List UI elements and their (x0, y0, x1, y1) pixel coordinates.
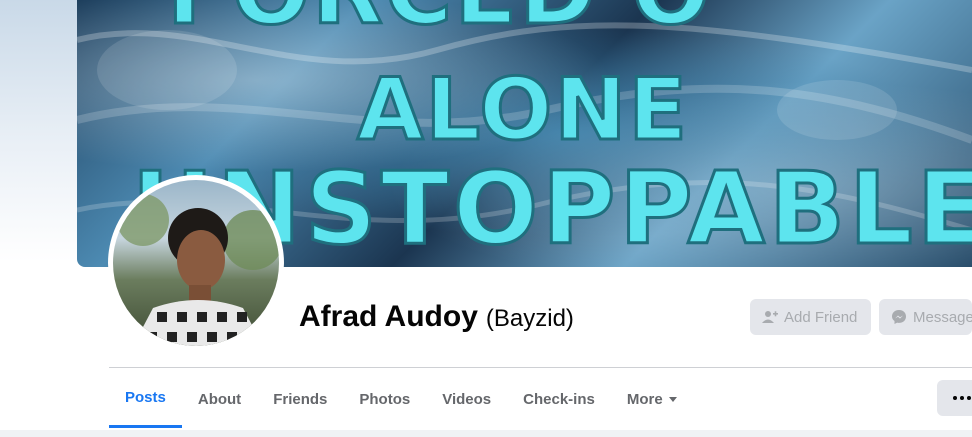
tab-posts[interactable]: Posts (109, 370, 182, 428)
cover-text-line2: ALONE (355, 59, 690, 162)
tab-more-label: More (626, 390, 663, 408)
ellipsis-icon (953, 396, 971, 400)
avatar-photo (117, 194, 279, 346)
page-background (0, 0, 78, 437)
message-button[interactable]: Message (879, 299, 972, 335)
caret-down-icon (668, 396, 677, 402)
profile-tabs: Posts About Friends Photos Videos Check-… (109, 370, 693, 428)
message-label: Message (913, 308, 972, 326)
tab-friends[interactable]: Friends (257, 370, 343, 428)
profile-avatar[interactable] (113, 180, 279, 346)
profile-name-row: Afrad Audoy (Bayzid) (299, 300, 574, 336)
tabs-divider (109, 367, 972, 368)
content-area-background (0, 430, 972, 437)
profile-alternate-name: (Bayzid) (485, 305, 574, 332)
tab-photos[interactable]: Photos (343, 370, 426, 428)
tab-videos[interactable]: Videos (426, 370, 507, 428)
add-friend-label: Add Friend (784, 308, 858, 326)
messenger-icon (891, 309, 907, 325)
add-friend-button[interactable]: Add Friend (750, 299, 871, 335)
more-options-button[interactable] (937, 380, 972, 416)
profile-name: Afrad Audoy (299, 300, 478, 333)
tab-check-ins[interactable]: Check-ins (507, 370, 611, 428)
cover-text-line1: FORCED O (166, 0, 712, 47)
tab-more[interactable]: More (611, 370, 693, 428)
tab-about[interactable]: About (182, 370, 257, 428)
person-add-icon (762, 309, 778, 325)
